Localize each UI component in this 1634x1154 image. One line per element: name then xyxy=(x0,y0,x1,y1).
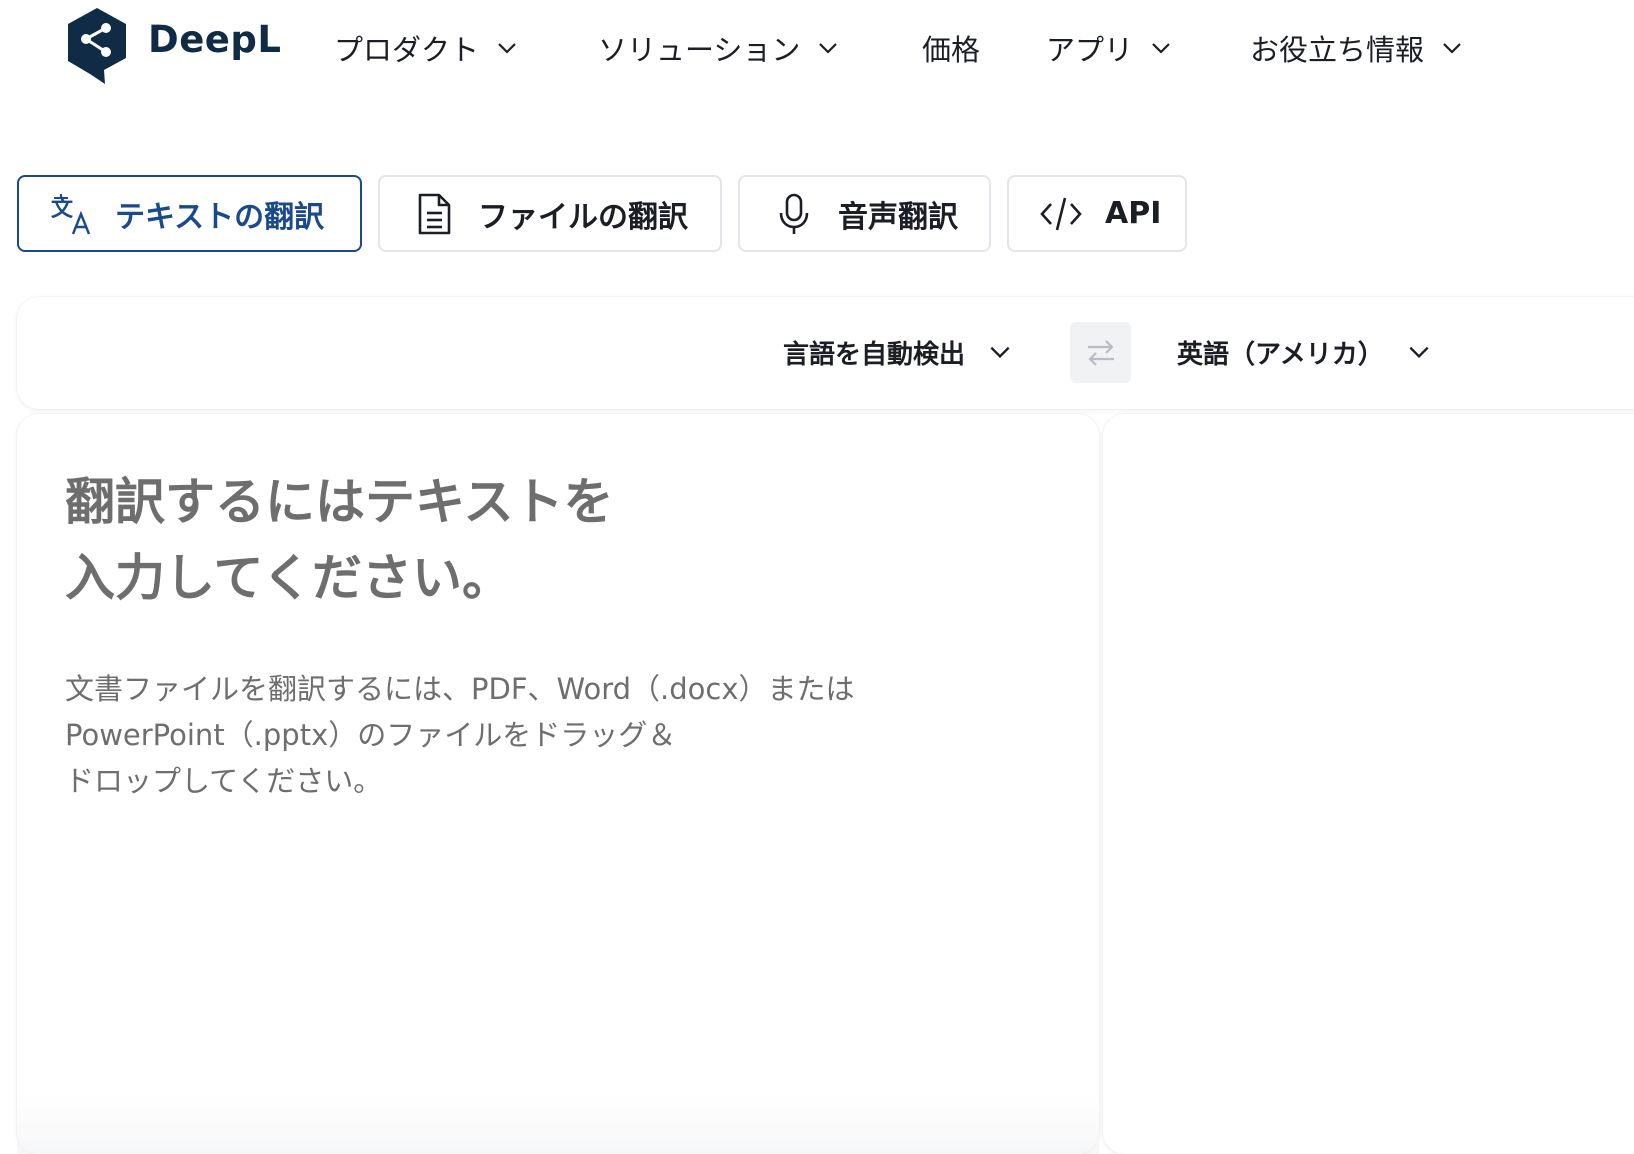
svg-text:文: 文 xyxy=(51,196,74,222)
nav-item-products[interactable]: プロダクト xyxy=(334,26,519,70)
placeholder-line: 翻訳するにはテキストを xyxy=(65,473,614,531)
chevron-down-icon xyxy=(990,346,1010,359)
chevron-down-icon xyxy=(1152,43,1170,54)
tab-label: 音声翻訳 xyxy=(838,199,958,235)
nav-item-resources[interactable]: お役立ち情報 xyxy=(1250,26,1464,70)
nav-item-label: 価格 xyxy=(922,33,981,67)
nav-item-label: お役立ち情報 xyxy=(1250,33,1425,67)
nav-item-label: アプリ xyxy=(1046,33,1134,67)
target-language-select[interactable]: 英語（アメリカ） xyxy=(1177,330,1432,374)
source-text-input[interactable]: 翻訳するにはテキストを 入力してください。 文書ファイルを翻訳するには、PDF、… xyxy=(17,414,1099,1154)
code-icon xyxy=(1040,197,1082,230)
hint-line: ドロップしてください。 xyxy=(65,764,383,798)
tab-text-translation[interactable]: 文 テキストの翻訳 xyxy=(17,175,362,252)
nav-item-solutions[interactable]: ソリューション xyxy=(598,26,840,70)
top-navigation: DeepL プロダクト ソリューション 価格 アプリ お役立ち情報 xyxy=(0,0,1634,100)
file-drop-hint: 文書ファイルを翻訳するには、PDF、Word（.docx）または PowerPo… xyxy=(65,666,965,804)
tab-label: テキストの翻訳 xyxy=(115,199,325,235)
microphone-icon xyxy=(779,193,809,234)
tab-file-translation[interactable]: ファイルの翻訳 xyxy=(378,175,722,252)
document-icon xyxy=(418,193,451,234)
target-language-label: 英語（アメリカ） xyxy=(1177,339,1384,370)
deepl-logo[interactable]: DeepL xyxy=(64,6,281,86)
nav-item-pricing[interactable]: 価格 xyxy=(922,26,980,70)
hint-line: 文書ファイルを翻訳するには、PDF、Word（.docx）または xyxy=(65,672,855,706)
pane-bottom-shadow xyxy=(17,1094,1099,1154)
chevron-down-icon xyxy=(819,43,838,54)
chevron-down-icon xyxy=(498,43,516,54)
input-placeholder: 翻訳するにはテキストを 入力してください。 xyxy=(65,464,765,616)
source-language-label: 言語を自動検出 xyxy=(783,339,966,370)
translation-output[interactable] xyxy=(1103,414,1634,1154)
tab-api[interactable]: API xyxy=(1007,175,1187,252)
nav-item-label: ソリューション xyxy=(598,33,801,67)
tab-label: ファイルの翻訳 xyxy=(478,199,688,235)
chevron-down-icon xyxy=(1443,43,1461,54)
language-bar: 言語を自動検出 英語（アメリカ） xyxy=(17,297,1634,409)
tab-label: API xyxy=(1105,196,1162,231)
swap-languages-button[interactable] xyxy=(1070,322,1131,383)
source-language-select[interactable]: 言語を自動検出 xyxy=(783,330,1013,374)
swap-arrows-icon xyxy=(1087,339,1114,366)
placeholder-line: 入力してください。 xyxy=(65,549,512,607)
tab-voice-translation[interactable]: 音声翻訳 xyxy=(738,175,991,252)
brand-name: DeepL xyxy=(148,17,282,61)
translate-icon: 文 xyxy=(51,193,91,234)
nav-item-label: プロダクト xyxy=(334,33,480,67)
chevron-down-icon xyxy=(1409,346,1429,359)
hint-line: PowerPoint（.pptx）のファイルをドラッグ＆ xyxy=(65,718,677,752)
nav-item-apps[interactable]: アプリ xyxy=(1046,26,1173,70)
deepl-logo-icon xyxy=(68,8,126,84)
